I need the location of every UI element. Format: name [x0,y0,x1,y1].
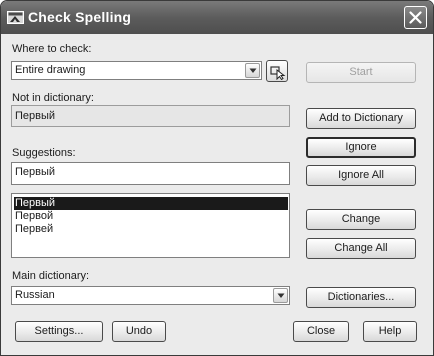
chevron-down-icon[interactable] [245,63,260,78]
main-dictionary-value: Russian [15,289,55,301]
not-in-dictionary-value: Первый [15,110,56,122]
main-dictionary-label: Main dictionary: [12,270,90,282]
start-button[interactable]: Start [306,62,416,83]
autocad-icon [7,9,24,25]
suggestion-input-value: Первый [15,166,56,178]
change-all-button[interactable]: Change All [306,238,416,259]
list-item[interactable]: Первой [14,210,288,223]
check-spelling-dialog: Check Spelling Where to check: Entire dr… [0,0,434,356]
help-button[interactable]: Help [363,321,417,342]
settings-button[interactable]: Settings... [15,321,103,342]
not-in-dictionary-label: Not in dictionary: [12,92,94,104]
main-dictionary-select[interactable]: Russian [11,286,290,305]
not-in-dictionary-field: Первый [11,105,290,127]
select-objects-button[interactable] [266,60,288,82]
list-item[interactable]: Первей [14,223,288,236]
title-bar[interactable]: Check Spelling [1,1,433,34]
where-to-check-value: Entire drawing [15,64,86,76]
close-icon[interactable] [404,6,427,29]
dictionaries-button[interactable]: Dictionaries... [306,287,416,308]
change-button[interactable]: Change [306,209,416,230]
undo-button[interactable]: Undo [112,321,166,342]
ignore-button[interactable]: Ignore [306,137,416,158]
dialog-title: Check Spelling [28,9,132,25]
ignore-all-button[interactable]: Ignore All [306,165,416,186]
add-to-dictionary-button[interactable]: Add to Dictionary [306,108,416,129]
close-button[interactable]: Close [293,321,349,342]
chevron-down-icon[interactable] [273,288,288,303]
suggestions-label: Suggestions: [12,147,76,159]
suggestions-list[interactable]: Первый Первой Первей [11,193,290,258]
where-to-check-label: Where to check: [12,43,92,55]
suggestion-input[interactable]: Первый [11,162,290,185]
where-to-check-select[interactable]: Entire drawing [11,61,262,80]
list-item[interactable]: Первый [14,197,288,210]
